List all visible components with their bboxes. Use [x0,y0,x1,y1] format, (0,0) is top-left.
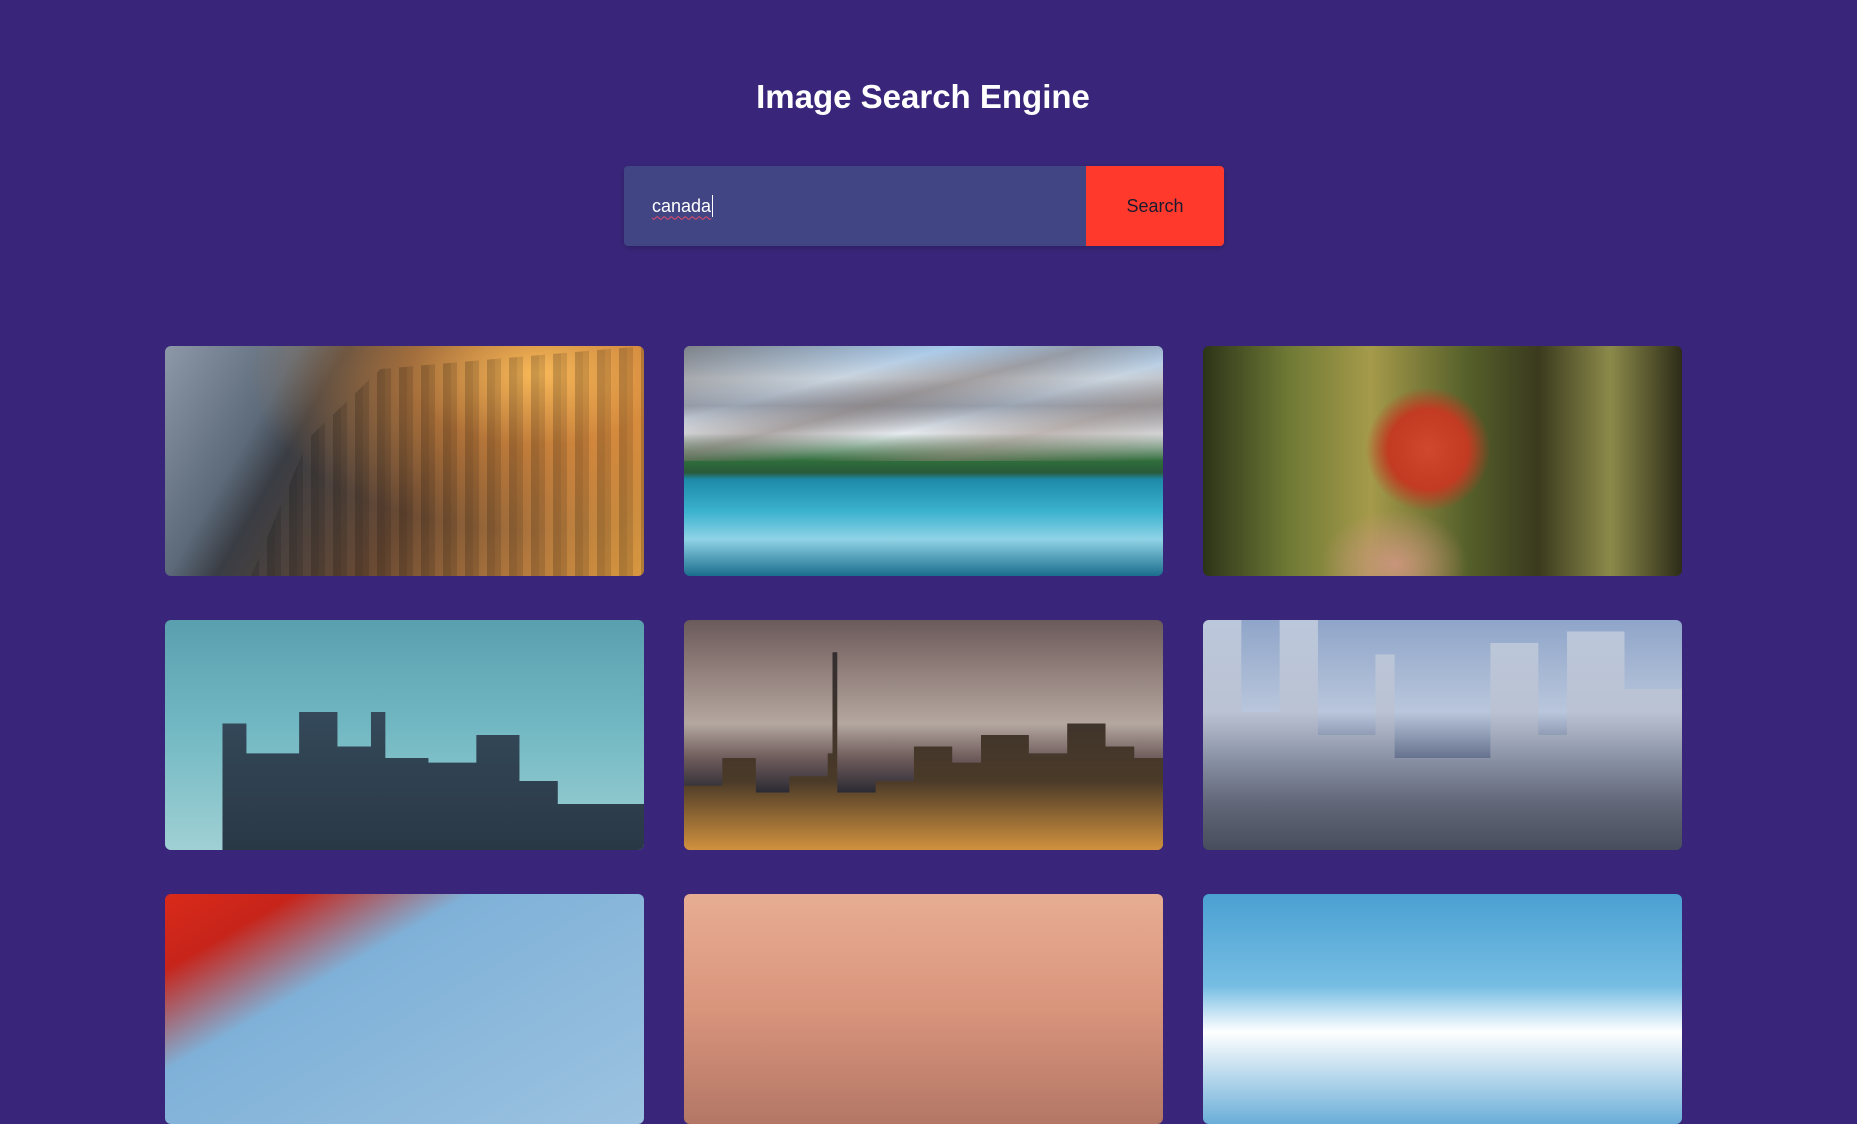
search-form: canada Search [624,166,1224,246]
search-input[interactable]: canada [624,166,1086,246]
text-caret [712,195,714,217]
search-input-value: canada [652,195,712,216]
result-image-7[interactable] [165,894,644,1124]
result-image-8[interactable] [684,894,1163,1124]
result-image-9[interactable] [1203,894,1682,1124]
result-image-5[interactable] [684,620,1163,850]
result-image-3[interactable] [1203,346,1682,576]
page-title: Image Search Engine [756,78,1090,115]
result-image-1[interactable] [165,346,644,576]
result-image-6[interactable] [1203,620,1682,850]
result-image-2[interactable] [684,346,1163,576]
result-image-4[interactable] [165,620,644,850]
search-button[interactable]: Search [1086,166,1224,246]
image-results-grid [165,346,1682,1124]
